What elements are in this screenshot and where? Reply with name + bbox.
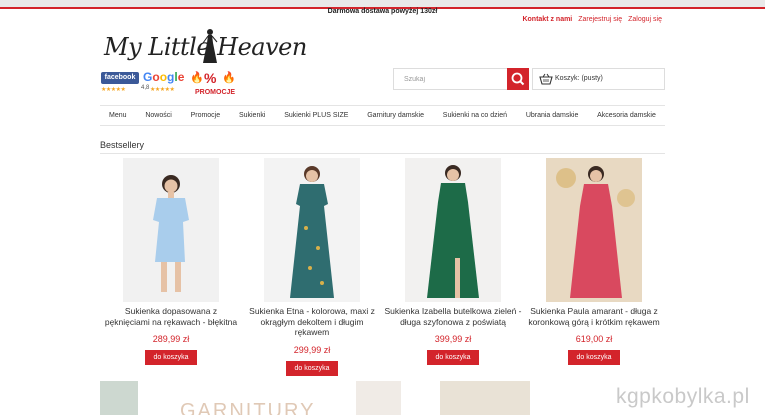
free-shipping-bar: Darmowa dostawa powyżej 130zł (0, 0, 765, 15)
dress-figure-icon (202, 29, 218, 63)
nav-item-sukienki[interactable]: Sukienki (239, 112, 265, 119)
search-icon (511, 72, 525, 86)
nav-item-nowosci[interactable]: Nowości (145, 112, 171, 119)
account-links: Kontakt z nami Zarejestruj się Zaloguj s… (518, 16, 662, 23)
section-divider (100, 153, 665, 154)
google-letter: o (152, 70, 160, 84)
product-name[interactable]: Sukienka Paula amarant - długa z koronko… (525, 306, 663, 327)
basket-icon (539, 73, 553, 85)
product-card: Sukienka Izabella butelkowa zieleń - dłu… (384, 158, 522, 365)
nav-item-sukienki-na-co-dzien[interactable]: Sukienki na co dzień (443, 112, 507, 119)
cart-label: Koszyk: (pusty) (555, 75, 603, 82)
banner-title[interactable]: GARNITURY (180, 400, 315, 415)
google-letter: e (177, 70, 185, 84)
facebook-stars: ★★★★★ (101, 87, 126, 93)
google-stars: ★★★★★ (150, 87, 175, 93)
add-to-cart-button[interactable]: do koszyka (286, 360, 338, 376)
nav-item-ubrania[interactable]: Ubrania damskie (526, 112, 579, 119)
add-to-cart-button[interactable]: do koszyka (145, 350, 197, 365)
contact-link[interactable]: Kontakt z nami (522, 16, 572, 23)
register-link[interactable]: Zarejestruj się (578, 16, 622, 23)
facebook-badge[interactable]: facebook (101, 72, 139, 84)
percent-icon: % (204, 70, 217, 86)
product-card: Sukienka dopasowana z pęknięciami na ręk… (102, 158, 240, 365)
main-nav: Menu Nowości Promocje Sukienki Sukienki … (100, 105, 665, 126)
product-card: Sukienka Etna - kolorowa, maxi z okrągły… (243, 158, 381, 376)
product-image[interactable] (264, 158, 360, 302)
product-price: 289,99 zł (152, 334, 190, 344)
product-price: 619,00 zł (575, 334, 613, 344)
product-card: Sukienka Paula amarant - długa z koronko… (525, 158, 663, 365)
search-input[interactable] (394, 69, 508, 89)
flame-icon: 🔥 (222, 72, 236, 84)
site-logo[interactable]: My Little Heaven (104, 25, 307, 70)
add-to-cart-button[interactable]: do koszyka (568, 350, 620, 365)
product-price: 399,99 zł (434, 334, 472, 344)
google-letter: o (159, 70, 168, 84)
product-image[interactable] (405, 158, 501, 302)
google-badge[interactable]: Google (143, 70, 184, 84)
promo-badge[interactable]: 🔥 % 🔥 PROMOCJE (190, 70, 248, 100)
flame-icon: 🔥 (190, 72, 204, 84)
banner-clip: GARNITURY (180, 400, 315, 415)
section-title: Bestsellery (100, 140, 145, 150)
banner-image[interactable] (440, 381, 530, 415)
product-image[interactable] (123, 158, 219, 302)
search-box (393, 68, 529, 90)
nav-item-garnitury[interactable]: Garnitury damskie (367, 112, 424, 119)
google-letter: G (143, 70, 153, 84)
login-link[interactable]: Zaloguj się (628, 16, 662, 23)
google-rating: 4,8 (141, 85, 150, 91)
product-name[interactable]: Sukienka dopasowana z pęknięciami na ręk… (102, 306, 240, 327)
promo-label: PROMOCJE (195, 89, 236, 96)
product-price: 299,99 zł (293, 344, 331, 355)
banner-image[interactable] (100, 381, 138, 415)
search-button[interactable] (507, 68, 529, 90)
nav-item-akcesoria[interactable]: Akcesoria damskie (597, 112, 656, 119)
free-shipping-text: Darmowa dostawa powyżej 130zł (327, 8, 438, 15)
nav-item-menu[interactable]: Menu (109, 112, 127, 119)
product-name[interactable]: Sukienka Izabella butelkowa zieleń - dłu… (384, 306, 522, 327)
nav-item-promocje[interactable]: Promocje (191, 112, 221, 119)
watermark: kgpkobylka.pl (616, 385, 750, 408)
product-name[interactable]: Sukienka Etna - kolorowa, maxi z okrągły… (243, 306, 381, 338)
cart-box[interactable]: Koszyk: (pusty) (532, 68, 665, 90)
product-image[interactable] (546, 158, 642, 302)
add-to-cart-button[interactable]: do koszyka (427, 350, 479, 365)
banner-image[interactable] (356, 381, 401, 415)
nav-item-sukienki-plus-size[interactable]: Sukienki PLUS SIZE (284, 112, 348, 119)
trust-badges: facebook ★★★★★ Google 4,8 ★★★★★ 🔥 % 🔥 PR… (100, 70, 260, 100)
